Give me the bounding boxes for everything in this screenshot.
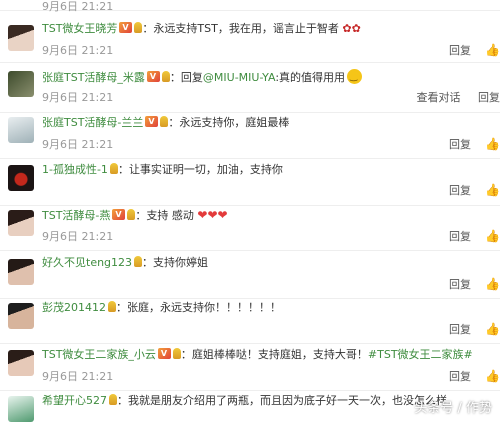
comment-row: 好久不见teng123 ：支持你婷姐 回复 👍 bbox=[0, 248, 500, 299]
reply-button[interactable]: 回复 bbox=[449, 230, 471, 243]
rose-icon: ✿ bbox=[342, 22, 352, 35]
reply-button[interactable]: 回复 bbox=[449, 184, 471, 197]
comment-text: 让事实证明一切，加油，支持你 bbox=[128, 163, 283, 176]
comment-text: 张庭，永远支持你！！！！！！ bbox=[127, 301, 281, 314]
username[interactable]: 1-孤独成性-1 bbox=[42, 163, 108, 176]
heart-icon: ❤ bbox=[197, 208, 208, 222]
lightbulb-icon bbox=[109, 163, 118, 174]
comment-row: TST微女王二家族_小云：庭姐棒棒哒！支持庭姐，支持大哥！#TST微女王二家族#… bbox=[0, 340, 500, 391]
like-icon[interactable]: 👍 bbox=[485, 277, 500, 291]
vip-badge-icon bbox=[157, 347, 171, 361]
username[interactable]: 好久不见teng123 bbox=[42, 256, 132, 269]
comment-date: 9月6日 21:21 bbox=[42, 44, 114, 57]
smile-emoji-icon bbox=[347, 69, 363, 84]
comment-text: 支持 感动 bbox=[146, 209, 194, 222]
avatar[interactable] bbox=[8, 350, 34, 376]
avatar[interactable] bbox=[8, 165, 34, 191]
comment-text: 支持你婷姐 bbox=[153, 256, 209, 269]
reply-button[interactable]: 回复 bbox=[449, 278, 471, 291]
comment-text: 庭姐棒棒哒！支持庭姐，支持大哥！ bbox=[191, 348, 368, 361]
avatar[interactable] bbox=[8, 71, 34, 97]
comment-row: 1-孤独成性-1 ：让事实证明一切，加油，支持你 回复 👍 bbox=[0, 155, 500, 206]
username[interactable]: TST微女王晓芳 bbox=[42, 22, 117, 35]
hashtag-link[interactable]: #TST微女王二家族# bbox=[368, 348, 473, 361]
like-icon[interactable]: 👍 bbox=[485, 369, 500, 383]
comment-row: 张庭TST活酵母_米露：回复@MIU-MIU-YA:真的值得用用 9月6日 21… bbox=[0, 62, 500, 113]
comment-row: 张庭TST活酵母-兰兰：永远支持你，庭姐最棒 9月6日 21:21 回复👍 bbox=[0, 108, 500, 159]
lightbulb-icon bbox=[108, 301, 116, 312]
reply-button[interactable]: 回复 bbox=[478, 91, 500, 104]
like-icon[interactable]: 👍 bbox=[485, 322, 500, 336]
heart-icon: ❤ bbox=[217, 208, 228, 222]
comment-text: 永远支持你，庭姐最棒 bbox=[179, 116, 290, 129]
comment-text: 我就是朋友介绍用了两瓶，而且因为底子好一天一次，也没怎么样 bbox=[128, 394, 447, 407]
comment-date: 9月6日 21:21 bbox=[42, 370, 114, 383]
comment-text: 永远支持TST，我在用，谣言止于智者 bbox=[153, 22, 339, 35]
username[interactable]: TST微女王二家族_小云 bbox=[42, 348, 156, 361]
avatar[interactable] bbox=[8, 259, 34, 285]
like-icon[interactable]: 👍 bbox=[485, 229, 500, 243]
reply-button[interactable]: 回复 bbox=[449, 370, 471, 383]
like-icon[interactable]: 👍 bbox=[485, 183, 500, 197]
lightbulb-icon bbox=[161, 71, 170, 82]
reply-button[interactable]: 回复 bbox=[449, 323, 471, 336]
username[interactable]: TST活酵母-燕 bbox=[42, 209, 110, 222]
heart-icon: ❤ bbox=[207, 208, 218, 222]
username[interactable]: 张庭TST活酵母-兰兰 bbox=[42, 116, 143, 129]
like-icon[interactable]: 👍 bbox=[485, 137, 500, 151]
rose-icon: ✿ bbox=[351, 22, 361, 35]
vip-badge-icon bbox=[145, 115, 159, 129]
vip-badge-icon bbox=[146, 70, 160, 84]
comment-row: 9月6日 21:21 bbox=[0, 0, 500, 13]
username[interactable]: 希望开心527 bbox=[42, 394, 107, 407]
avatar[interactable] bbox=[8, 303, 34, 329]
comment-date: 9月6日 21:21 bbox=[42, 230, 114, 243]
avatar[interactable] bbox=[8, 117, 34, 143]
view-conversation-link[interactable]: 查看对话 bbox=[417, 91, 461, 104]
comment-date: 9月6日 21:21 bbox=[42, 91, 114, 104]
mention-link[interactable]: @MIU-MIU-YA bbox=[203, 71, 275, 84]
comment-text: :真的值得用用 bbox=[275, 71, 346, 84]
lightbulb-icon bbox=[134, 256, 143, 267]
comment-row: 彭茂201412 ：张庭，永远支持你！！！！！！ 回复 👍 bbox=[0, 293, 500, 344]
watermark: 头条号 / 作势 bbox=[414, 401, 492, 416]
comment-date: 9月6日 21:21 bbox=[42, 138, 114, 151]
avatar[interactable] bbox=[8, 396, 34, 422]
like-icon[interactable]: 👍 bbox=[485, 43, 500, 57]
avatar[interactable] bbox=[8, 210, 34, 236]
lightbulb-icon bbox=[109, 394, 117, 405]
reply-button[interactable]: 回复 bbox=[449, 138, 471, 151]
username[interactable]: 彭茂201412 bbox=[42, 301, 106, 314]
comment-row: TST活酵母-燕：支持 感动 ❤❤❤ 9月6日 21:21 回复👍 bbox=[0, 200, 500, 251]
vip-badge-icon bbox=[119, 21, 133, 35]
comment-row: TST微女王晓芳：永远支持TST，我在用，谣言止于智者 ✿✿ 9月6日 21:2… bbox=[0, 12, 500, 63]
avatar[interactable] bbox=[8, 25, 34, 51]
username[interactable]: 张庭TST活酵母_米露 bbox=[42, 71, 145, 84]
vip-badge-icon bbox=[112, 208, 126, 222]
lightbulb-icon bbox=[172, 348, 181, 359]
reply-button[interactable]: 回复 bbox=[449, 44, 471, 57]
